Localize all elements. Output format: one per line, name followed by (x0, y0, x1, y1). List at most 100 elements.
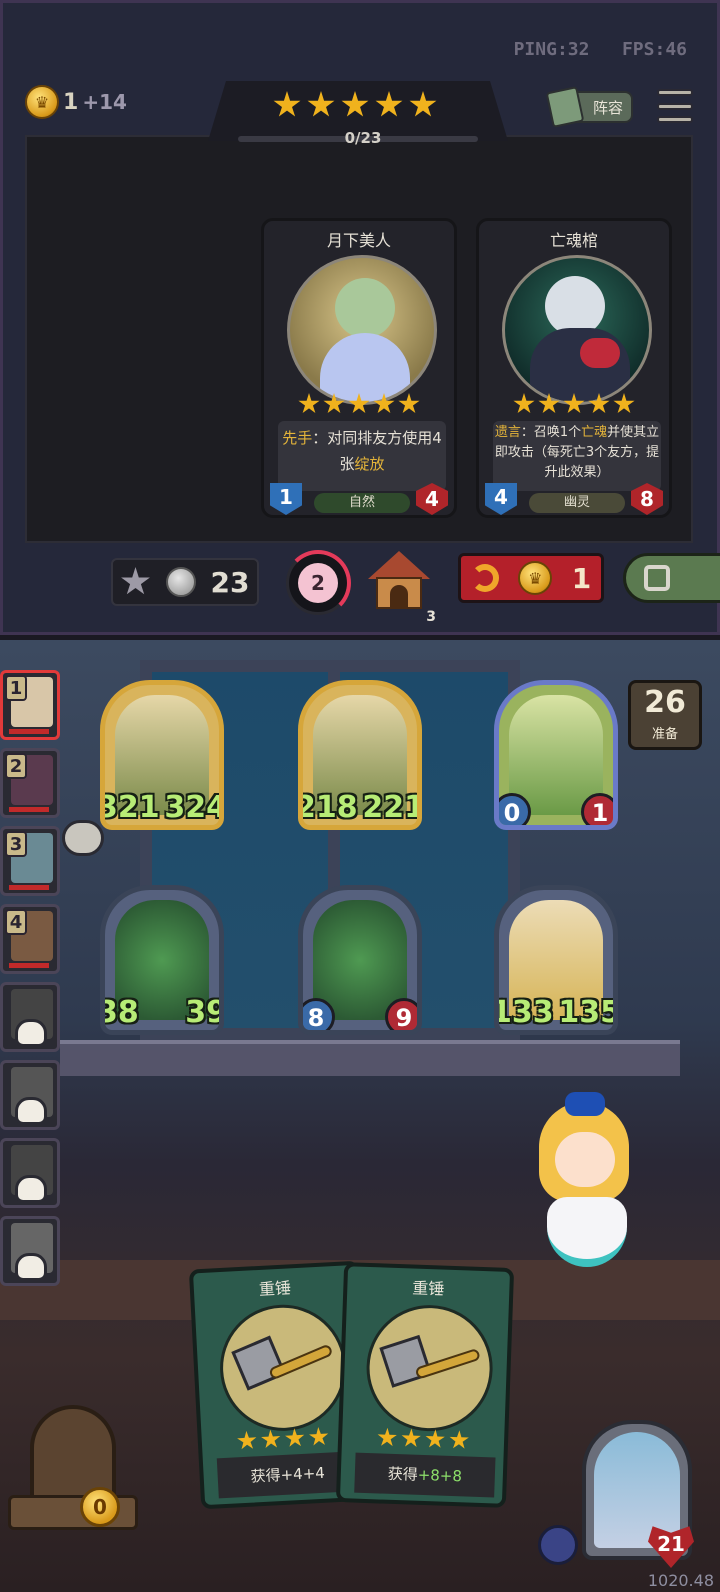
player-rank-item[interactable]: 2 (0, 748, 60, 818)
board-unit[interactable]: 321 324 (100, 680, 224, 830)
refresh-button[interactable]: ♛ 1 (458, 553, 604, 603)
card-name: 重锤 (258, 1278, 292, 1299)
chat-icon[interactable] (62, 820, 104, 856)
card-stars (264, 393, 454, 415)
skull-icon (15, 1019, 47, 1047)
unit-health: 1 (581, 793, 613, 825)
board-unit[interactable]: 0 1 (494, 680, 618, 830)
board-unit[interactable]: 8 9 (298, 885, 422, 1035)
upgrade-cost: 23 (210, 565, 250, 599)
star-icon (341, 91, 369, 117)
board-unit[interactable]: 218 221 (298, 680, 422, 830)
card-description: 先手：对同排友方使用4张绽放 (278, 421, 446, 491)
flower-icon: 2 (298, 563, 338, 603)
board-unit[interactable]: 133 135 (494, 885, 618, 1035)
version-text: 1020.48 (647, 1571, 714, 1590)
skull-icon (15, 1097, 47, 1125)
skull-icon (15, 1253, 47, 1281)
bloom-button[interactable]: 2 (285, 550, 351, 616)
unit-attack: 8 (303, 998, 335, 1030)
unit-attack: 218 (298, 790, 358, 825)
lineup-label: 阵容 (592, 98, 623, 117)
ready-counter: 26 准备 (628, 680, 702, 750)
menu-button[interactable] (657, 89, 693, 123)
star-icon (513, 393, 535, 414)
star-icon (273, 91, 301, 117)
star-up-icon (121, 567, 150, 595)
player-rank-item[interactable] (0, 1138, 60, 1208)
player-rank: 1 (5, 675, 27, 701)
star-icon (538, 393, 560, 414)
lineup-button[interactable]: 阵容 (545, 86, 633, 128)
star-icon (348, 393, 370, 414)
house-button[interactable]: 3 (368, 551, 436, 625)
tier-progress-text: 0/23 (344, 129, 382, 147)
star-icon (307, 91, 335, 117)
player-hero (525, 1092, 645, 1282)
shield-icon[interactable] (538, 1525, 578, 1565)
coin-icon: ♛ (518, 561, 553, 595)
unit-health: 9 (385, 998, 417, 1030)
game-screen: PING:32 FPS:46 ♛ 1 +14 阵容 0/23 月下美人 先手：对… (0, 0, 720, 1592)
player-health-bar (9, 963, 49, 968)
unit-attack: 321 (100, 790, 160, 825)
gold-display: ♛ 1 +14 (25, 85, 127, 119)
card-attack: 1 (270, 483, 302, 515)
fps-text: FPS:46 (621, 39, 687, 60)
player-health-bar (9, 885, 49, 890)
unit-health: 324 (164, 790, 224, 825)
menu-icon (657, 89, 693, 96)
star-icon (375, 91, 403, 117)
player-rank-item[interactable] (0, 982, 60, 1052)
star-icon (373, 393, 395, 414)
gold-amount: 1 (63, 89, 79, 115)
card-tribe: 自然 (314, 493, 410, 513)
player-rank: 4 (5, 909, 27, 935)
star-icon (613, 393, 635, 414)
unit-attack: 133 (494, 995, 554, 1030)
unit-attack: 38 (100, 995, 139, 1030)
lock-icon (644, 565, 670, 591)
star-icon (401, 1428, 422, 1449)
refresh-cost: 1 (571, 561, 592, 595)
star-icon (409, 91, 437, 117)
skull-icon (15, 1175, 47, 1203)
player-rank-item[interactable] (0, 1060, 60, 1130)
lock-shop-button[interactable] (623, 553, 720, 603)
player-rank-item[interactable] (0, 1216, 60, 1286)
board-unit[interactable]: 38 39 (100, 885, 224, 1035)
star-icon (449, 1430, 470, 1451)
card-attack: 4 (485, 483, 517, 515)
card-name: 重锤 (412, 1278, 445, 1299)
star-icon (563, 393, 585, 414)
star-icon (298, 393, 320, 414)
ping-text: PING:32 (513, 39, 590, 60)
player-health-bar (9, 807, 49, 812)
player-rank: 3 (5, 831, 27, 857)
shop-card[interactable]: 月下美人 先手：对同排友方使用4张绽放 1 自然 4 (261, 218, 457, 518)
house-icon (368, 551, 430, 579)
bench-gate[interactable]: 0 (8, 1405, 138, 1530)
upgrade-tier-button[interactable]: 23 (111, 558, 259, 606)
network-stats: PING:32 FPS:46 (514, 39, 687, 60)
card-tribe: 幽灵 (529, 493, 625, 513)
star-icon (236, 1430, 257, 1451)
card-stars (342, 1426, 505, 1452)
refresh-arrow-icon (470, 564, 499, 592)
card-description: 获得+8+8 (354, 1452, 496, 1498)
unit-health: 39 (185, 995, 224, 1030)
tier-stars (273, 91, 437, 119)
shop-card[interactable]: 亡魂棺 遗言：召唤1个亡魂并使其立即攻击（每死亡3个友方，提升此效果） 4 幽灵… (476, 218, 672, 518)
star-icon (588, 393, 610, 414)
hand-card[interactable]: 重锤 获得+8+8 (335, 1262, 515, 1508)
player-rank-item[interactable]: 1 (0, 670, 60, 740)
star-icon (308, 1427, 329, 1448)
player-rank-item[interactable]: 4 (0, 904, 60, 974)
unit-attack: 0 (499, 793, 531, 825)
silver-coin-icon (165, 567, 196, 597)
player-rank-item[interactable]: 3 (0, 826, 60, 896)
star-icon (260, 1429, 281, 1450)
card-portrait (502, 255, 652, 405)
gold-income: +14 (82, 90, 127, 114)
star-icon (377, 1427, 398, 1448)
